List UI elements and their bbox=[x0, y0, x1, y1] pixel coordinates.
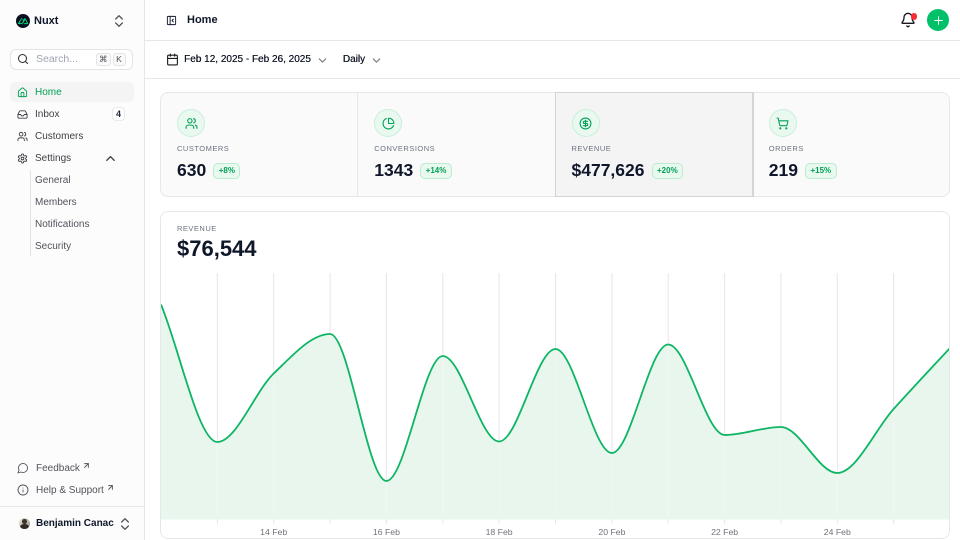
svg-text:20 Feb: 20 Feb bbox=[598, 527, 625, 537]
svg-text:16 Feb: 16 Feb bbox=[373, 527, 400, 537]
svg-text:24 Feb: 24 Feb bbox=[824, 527, 851, 537]
svg-text:14 Feb: 14 Feb bbox=[260, 527, 287, 537]
svg-text:18 Feb: 18 Feb bbox=[486, 527, 513, 537]
svg-text:22 Feb: 22 Feb bbox=[711, 527, 738, 537]
